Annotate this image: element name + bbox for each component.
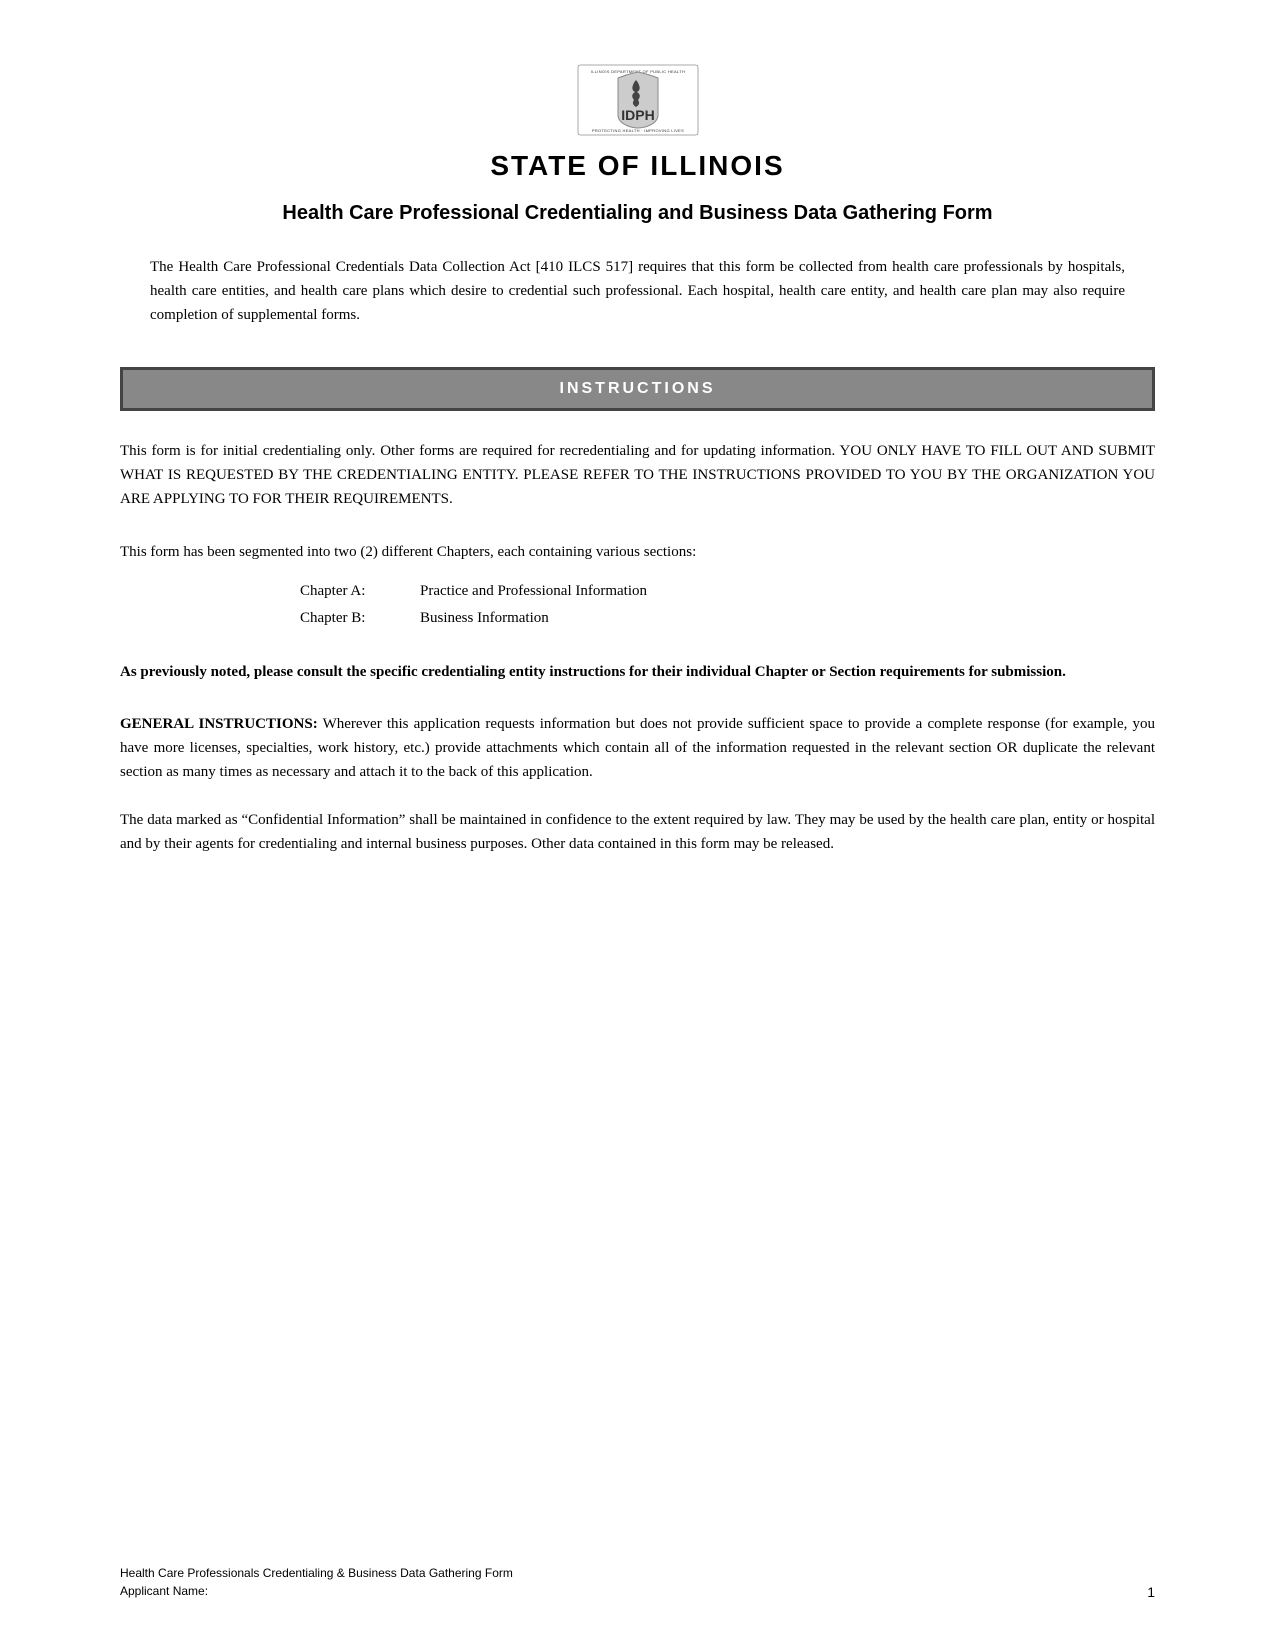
consult-note-text: As previously noted, please consult the … bbox=[120, 660, 1155, 684]
logo-container: ILLINOIS DEPARTMENT OF PUBLIC HEALTH PRO… bbox=[120, 60, 1155, 140]
confidential-note-section: The data marked as “Confidential Informa… bbox=[120, 808, 1155, 856]
chapter-a-description: Practice and Professional Information bbox=[420, 578, 647, 605]
footer-line1: Health Care Professionals Credentialing … bbox=[120, 1564, 513, 1582]
page-number: 1 bbox=[1147, 1584, 1155, 1600]
chapters-intro-text: This form has been segmented into two (2… bbox=[120, 539, 1155, 566]
intro-paragraph: The Health Care Professional Credentials… bbox=[120, 255, 1155, 327]
chapter-a-row: Chapter A: Practice and Professional Inf… bbox=[300, 578, 1155, 605]
footer-line2: Applicant Name: bbox=[120, 1582, 513, 1600]
chapter-b-description: Business Information bbox=[420, 605, 549, 632]
page-header: ILLINOIS DEPARTMENT OF PUBLIC HEALTH PRO… bbox=[120, 60, 1155, 225]
instructions-body-text: This form is for initial credentialing o… bbox=[120, 439, 1155, 511]
general-instructions-section: GENERAL INSTRUCTIONS: Wherever this appl… bbox=[120, 712, 1155, 784]
chapter-table: Chapter A: Practice and Professional Inf… bbox=[300, 578, 1155, 632]
consult-note: As previously noted, please consult the … bbox=[120, 660, 1155, 684]
chapters-section: This form has been segmented into two (2… bbox=[120, 539, 1155, 632]
intro-text: The Health Care Professional Credentials… bbox=[150, 255, 1125, 327]
instructions-banner: INSTRUCTIONS bbox=[120, 367, 1155, 411]
general-instructions-text: GENERAL INSTRUCTIONS: Wherever this appl… bbox=[120, 712, 1155, 784]
idph-logo: ILLINOIS DEPARTMENT OF PUBLIC HEALTH PRO… bbox=[573, 60, 703, 140]
footer-left: Health Care Professionals Credentialing … bbox=[120, 1564, 513, 1600]
instructions-body: This form is for initial credentialing o… bbox=[120, 439, 1155, 511]
confidential-note-text: The data marked as “Confidential Informa… bbox=[120, 808, 1155, 856]
svg-text:IDPH: IDPH bbox=[621, 107, 654, 123]
svg-text:PROTECTING HEALTH · IMPROVING: PROTECTING HEALTH · IMPROVING LIVES bbox=[591, 128, 683, 133]
chapter-b-row: Chapter B: Business Information bbox=[300, 605, 1155, 632]
state-title: STATE OF ILLINOIS bbox=[120, 150, 1155, 182]
page: ILLINOIS DEPARTMENT OF PUBLIC HEALTH PRO… bbox=[0, 0, 1275, 1650]
general-instructions-label: GENERAL INSTRUCTIONS: bbox=[120, 716, 318, 732]
page-footer: Health Care Professionals Credentialing … bbox=[120, 1564, 1155, 1600]
chapter-b-label: Chapter B: bbox=[300, 605, 400, 632]
chapter-a-label: Chapter A: bbox=[300, 578, 400, 605]
instructions-banner-label: INSTRUCTIONS bbox=[560, 380, 716, 397]
form-title: Health Care Professional Credentialing a… bbox=[120, 202, 1155, 225]
